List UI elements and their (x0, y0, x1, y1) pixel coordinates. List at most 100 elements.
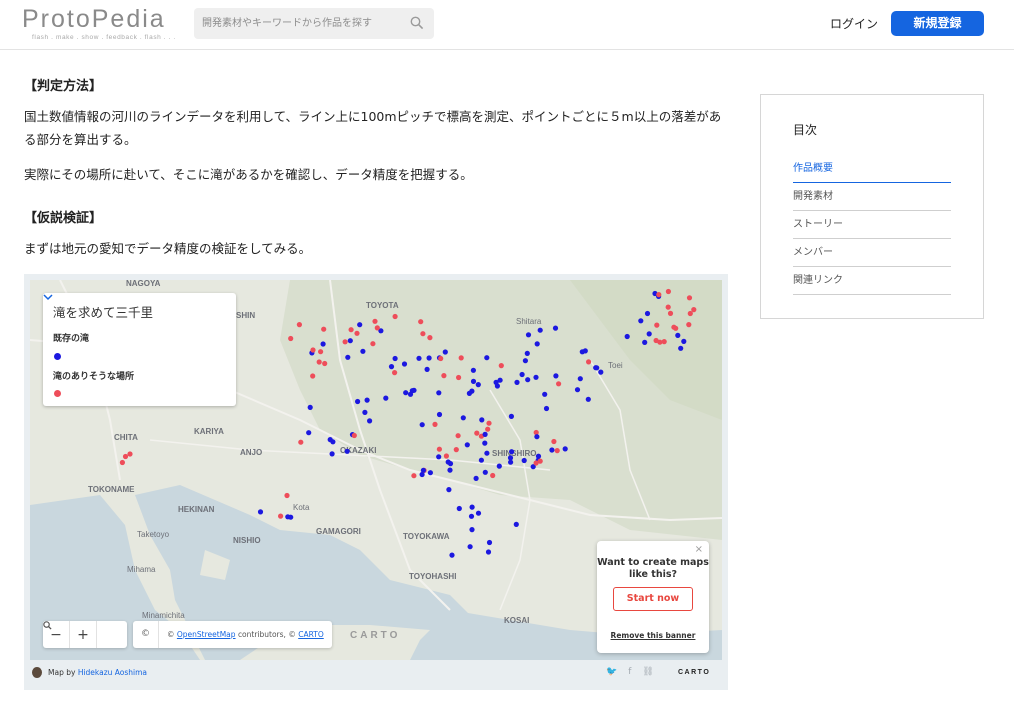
zoom-in-button[interactable]: + (70, 621, 97, 648)
existing-fall-marker[interactable] (257, 509, 264, 515)
toc-item-materials[interactable]: 開発素材 (793, 183, 951, 211)
existing-fall-marker[interactable] (456, 505, 462, 512)
likely-fall-marker[interactable] (485, 426, 491, 432)
existing-fall-marker[interactable] (585, 396, 591, 402)
existing-fall-marker[interactable] (577, 376, 583, 382)
existing-fall-marker[interactable] (574, 387, 581, 393)
likely-fall-marker[interactable] (653, 337, 659, 344)
existing-fall-marker[interactable] (446, 487, 452, 493)
existing-fall-marker[interactable] (482, 440, 488, 446)
existing-fall-marker[interactable] (367, 418, 373, 424)
existing-fall-marker[interactable] (533, 374, 539, 380)
existing-fall-marker[interactable] (409, 388, 415, 394)
existing-fall-marker[interactable] (383, 395, 389, 401)
existing-fall-marker[interactable] (678, 345, 684, 351)
existing-fall-marker[interactable] (552, 325, 559, 331)
existing-fall-marker[interactable] (327, 437, 333, 443)
likely-fall-marker[interactable] (127, 451, 133, 457)
existing-fall-marker[interactable] (514, 379, 520, 385)
likely-fall-marker[interactable] (322, 360, 328, 367)
osm-link[interactable]: OpenStreetMap (177, 630, 236, 639)
search-icon[interactable] (410, 16, 424, 30)
existing-fall-marker[interactable] (364, 397, 370, 403)
existing-fall-marker[interactable] (553, 373, 559, 379)
existing-fall-marker[interactable] (320, 341, 326, 347)
likely-fall-marker[interactable] (411, 473, 417, 479)
login-link[interactable]: ログイン (830, 15, 878, 32)
existing-fall-marker[interactable] (285, 514, 291, 520)
likely-fall-marker[interactable] (298, 439, 304, 445)
search-input[interactable] (202, 8, 402, 39)
existing-fall-marker[interactable] (344, 448, 350, 454)
existing-fall-marker[interactable] (464, 442, 470, 448)
existing-fall-marker[interactable] (416, 355, 422, 361)
existing-fall-marker[interactable] (426, 355, 432, 361)
likely-fall-marker[interactable] (686, 322, 692, 328)
existing-fall-marker[interactable] (594, 365, 600, 371)
existing-fall-marker[interactable] (482, 469, 488, 475)
existing-fall-marker[interactable] (542, 391, 548, 397)
existing-fall-marker[interactable] (638, 318, 644, 324)
existing-fall-marker[interactable] (403, 390, 409, 396)
toc-item-story[interactable]: ストーリー (793, 211, 951, 239)
existing-fall-marker[interactable] (482, 431, 488, 437)
existing-fall-marker[interactable] (598, 369, 604, 375)
existing-fall-marker[interactable] (447, 467, 453, 473)
likely-fall-marker[interactable] (318, 349, 324, 355)
likely-fall-marker[interactable] (665, 304, 671, 310)
likely-fall-marker[interactable] (420, 331, 426, 337)
existing-fall-marker[interactable] (427, 470, 433, 476)
likely-fall-marker[interactable] (372, 318, 378, 324)
likely-fall-marker[interactable] (418, 319, 424, 325)
existing-fall-marker[interactable] (519, 371, 525, 378)
existing-fall-marker[interactable] (436, 411, 443, 418)
existing-fall-marker[interactable] (534, 341, 540, 347)
existing-fall-marker[interactable] (513, 521, 519, 527)
likely-fall-marker[interactable] (498, 363, 504, 369)
likely-fall-marker[interactable] (486, 420, 492, 426)
existing-fall-marker[interactable] (508, 459, 514, 465)
map-canvas[interactable]: NAGOYA TOYOTA Shitara Toei CHITA KARIYA … (30, 280, 722, 660)
likely-fall-marker[interactable] (441, 373, 447, 379)
likely-fall-marker[interactable] (310, 347, 316, 353)
existing-fall-marker[interactable] (436, 454, 442, 460)
existing-fall-marker[interactable] (447, 461, 454, 467)
likely-fall-marker[interactable] (474, 430, 480, 436)
existing-fall-marker[interactable] (475, 510, 482, 516)
facebook-icon[interactable]: f (628, 667, 631, 677)
author-link[interactable]: Hidekazu Aoshima (78, 668, 147, 677)
existing-fall-marker[interactable] (360, 348, 366, 354)
existing-fall-marker[interactable] (329, 451, 335, 457)
likely-fall-marker[interactable] (348, 327, 354, 333)
existing-fall-marker[interactable] (484, 450, 490, 456)
map-search-button[interactable] (43, 621, 127, 648)
likely-fall-marker[interactable] (667, 310, 674, 316)
existing-fall-marker[interactable] (355, 398, 361, 405)
likely-fall-marker[interactable] (533, 460, 539, 466)
likely-fall-marker[interactable] (392, 313, 398, 320)
existing-fall-marker[interactable] (478, 457, 484, 463)
existing-fall-marker[interactable] (469, 388, 475, 394)
existing-fall-marker[interactable] (646, 331, 652, 337)
existing-fall-marker[interactable] (521, 457, 527, 464)
likely-fall-marker[interactable] (656, 292, 662, 298)
likely-fall-marker[interactable] (665, 288, 672, 295)
likely-fall-marker[interactable] (554, 448, 560, 454)
likely-fall-marker[interactable] (119, 459, 125, 466)
existing-fall-marker[interactable] (644, 310, 651, 317)
likely-fall-marker[interactable] (374, 325, 380, 331)
likely-fall-marker[interactable] (687, 310, 693, 317)
close-icon[interactable]: × (695, 544, 703, 555)
existing-fall-marker[interactable] (543, 405, 550, 412)
existing-fall-marker[interactable] (401, 361, 408, 367)
likely-fall-marker[interactable] (654, 322, 660, 328)
likely-fall-marker[interactable] (278, 513, 284, 519)
likely-fall-marker[interactable] (122, 453, 129, 460)
existing-fall-marker[interactable] (442, 349, 448, 355)
existing-fall-marker[interactable] (509, 449, 515, 455)
existing-fall-marker[interactable] (522, 358, 528, 364)
existing-fall-marker[interactable] (424, 366, 430, 372)
existing-fall-marker[interactable] (469, 504, 475, 510)
likely-fall-marker[interactable] (284, 492, 290, 499)
existing-fall-marker[interactable] (624, 333, 630, 340)
